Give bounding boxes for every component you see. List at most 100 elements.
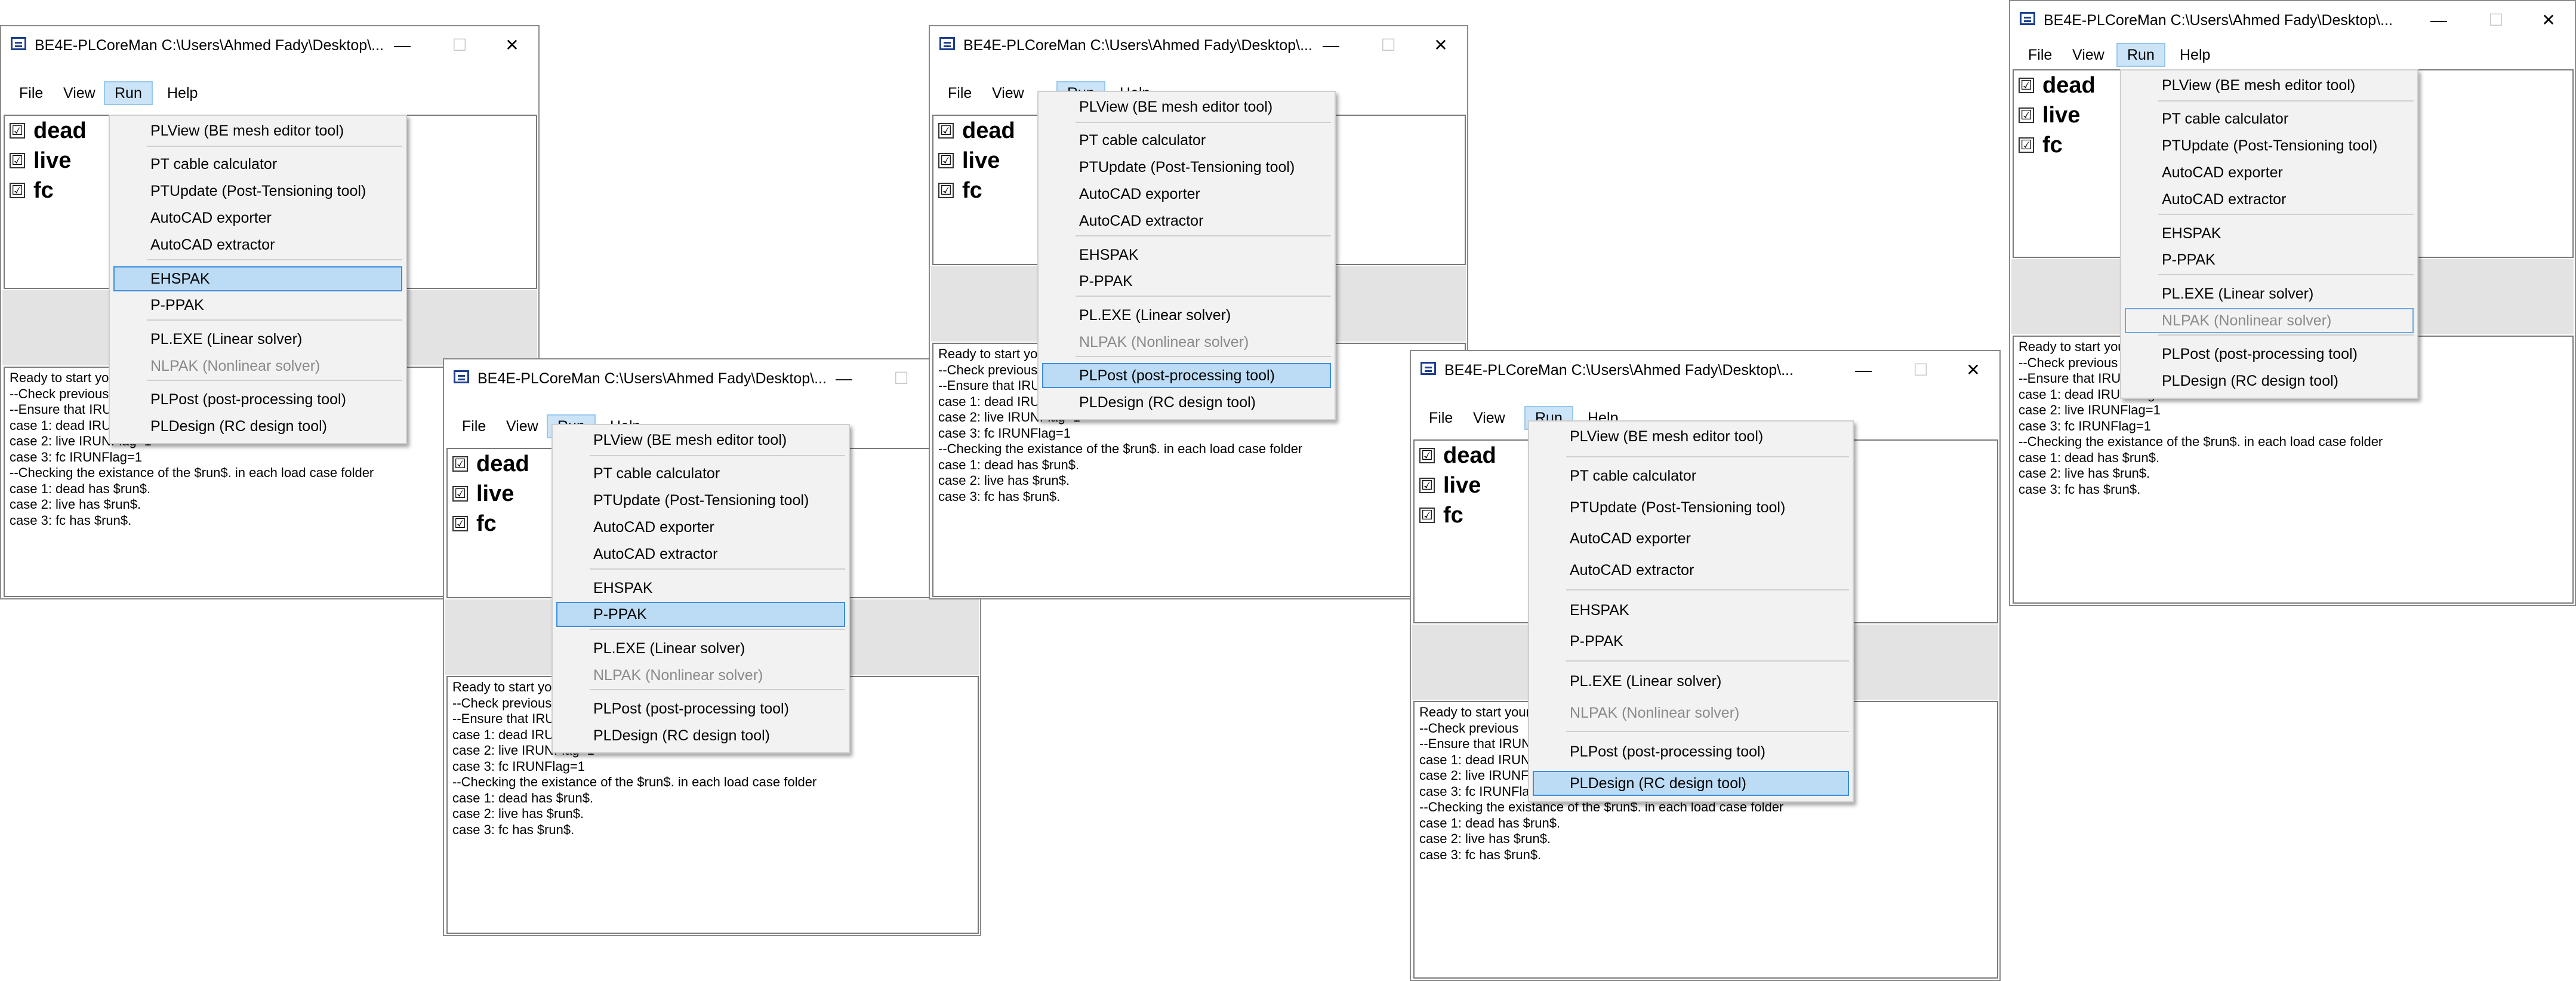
menu-item-pldesign[interactable]: PLDesign (RC design tool) [1042, 390, 1331, 415]
menu-item-ptupdate[interactable]: PTUpdate (Post-Tensioning tool) [113, 179, 402, 204]
menu-item-pl-exe[interactable]: PL.EXE (Linear solver) [2125, 281, 2414, 306]
menu-item-autocad-extractor[interactable]: AutoCAD extractor [1042, 208, 1331, 233]
menu-item-ehspak[interactable]: EHSPAK [1533, 598, 1849, 623]
minimize-button[interactable]: — [1835, 351, 1892, 389]
checkbox[interactable]: ☑ [938, 153, 954, 168]
menu-item-plpost[interactable]: PLPost (post-processing tool) [1533, 739, 1849, 764]
checkbox[interactable]: ☑ [1419, 478, 1435, 493]
checkbox[interactable]: ☑ [10, 123, 25, 139]
title-bar: BE4E-PLCoreMan C:\Users\Ahmed Fady\Deskt… [1, 26, 538, 64]
menu-item-pt-cable-calculator[interactable]: PT cable calculator [556, 461, 845, 486]
menu-item-plpost[interactable]: PLPost (post-processing tool) [113, 387, 402, 412]
case-label: live [2042, 103, 2081, 128]
menu-item-plpost[interactable]: PLPost (post-processing tool) [2125, 342, 2414, 367]
maximize-button[interactable]: ☐ [1892, 351, 1949, 389]
menu-item-plview[interactable]: PLView (BE mesh editor tool) [2125, 73, 2414, 98]
checkbox[interactable]: ☑ [452, 486, 468, 502]
menu-file[interactable]: File [10, 81, 53, 105]
menu-view[interactable]: View [497, 414, 548, 438]
close-button[interactable]: ✕ [1412, 26, 1469, 64]
checkbox[interactable]: ☑ [938, 123, 954, 139]
minimize-button[interactable]: — [815, 359, 873, 398]
menu-file[interactable]: File [2019, 43, 2062, 67]
menu-item-pl-exe[interactable]: PL.EXE (Linear solver) [113, 327, 402, 352]
menu-item-pt-cable-calculator[interactable]: PT cable calculator [2125, 106, 2414, 131]
maximize-button[interactable]: ☐ [873, 359, 930, 398]
maximize-button[interactable]: ☐ [2467, 1, 2525, 39]
menu-file[interactable]: File [1419, 406, 1462, 430]
menu-item-ehspak[interactable]: EHSPAK [113, 266, 402, 291]
menu-run[interactable]: Run [104, 81, 153, 105]
menu-item-autocad-exporter[interactable]: AutoCAD exporter [1042, 182, 1331, 207]
minimize-button[interactable]: — [374, 26, 431, 64]
log-line: case 3: fc IRUNFlag=1 [452, 758, 585, 774]
log-line: case 3: fc IRUNFlag=1 [2019, 418, 2151, 433]
menu-item-autocad-extractor[interactable]: AutoCAD extractor [113, 232, 402, 257]
menu-view[interactable]: View [982, 81, 1034, 105]
menu-view[interactable]: View [1463, 406, 1515, 430]
menu-view[interactable]: View [54, 81, 105, 105]
close-button[interactable]: ✕ [483, 26, 541, 64]
menu-item-ptupdate[interactable]: PTUpdate (Post-Tensioning tool) [1533, 495, 1849, 520]
menu-item-p-ppak[interactable]: P-PPAK [113, 293, 402, 318]
checkbox[interactable]: ☑ [1419, 508, 1435, 523]
minimize-button[interactable]: — [2410, 1, 2467, 39]
checkbox[interactable]: ☑ [10, 153, 25, 168]
menu-item-ptupdate[interactable]: PTUpdate (Post-Tensioning tool) [1042, 155, 1331, 180]
menu-item-p-ppak[interactable]: P-PPAK [556, 602, 845, 627]
menu-item-ehspak[interactable]: EHSPAK [1042, 242, 1331, 267]
menu-item-autocad-extractor[interactable]: AutoCAD extractor [2125, 187, 2414, 212]
menu-item-p-ppak[interactable]: P-PPAK [1042, 269, 1331, 294]
checkbox[interactable]: ☑ [2019, 107, 2034, 123]
menu-item-pldesign[interactable]: PLDesign (RC design tool) [113, 414, 402, 439]
menu-item-plpost[interactable]: PLPost (post-processing tool) [556, 696, 845, 721]
menu-item-pldesign[interactable]: PLDesign (RC design tool) [1533, 771, 1849, 797]
checkbox[interactable]: ☑ [452, 456, 468, 472]
menu-file[interactable]: File [938, 81, 981, 105]
menu-item-plview[interactable]: PLView (BE mesh editor tool) [113, 118, 402, 143]
case-label: dead [2042, 73, 2096, 98]
checkbox[interactable]: ☑ [10, 183, 25, 198]
menu-item-pl-exe[interactable]: PL.EXE (Linear solver) [556, 636, 845, 661]
menu-item-ehspak[interactable]: EHSPAK [2125, 221, 2414, 246]
close-button[interactable]: ✕ [2520, 1, 2576, 39]
menu-item-pl-exe[interactable]: PL.EXE (Linear solver) [1533, 669, 1849, 694]
menu-item-autocad-exporter[interactable]: AutoCAD exporter [1533, 526, 1849, 551]
menu-item-ptupdate[interactable]: PTUpdate (Post-Tensioning tool) [556, 488, 845, 513]
menu-help[interactable]: Help [158, 81, 207, 105]
menu-item-p-ppak[interactable]: P-PPAK [1533, 629, 1849, 654]
menu-item-plpost[interactable]: PLPost (post-processing tool) [1042, 363, 1331, 388]
menu-run[interactable]: Run [2116, 43, 2165, 67]
checkbox[interactable]: ☑ [2019, 137, 2034, 153]
menu-item-pt-cable-calculator[interactable]: PT cable calculator [113, 152, 402, 177]
checkbox[interactable]: ☑ [2019, 78, 2034, 93]
menu-item-pt-cable-calculator[interactable]: PT cable calculator [1042, 128, 1331, 153]
close-button[interactable]: ✕ [1945, 351, 2002, 389]
window-title: BE4E-PLCoreMan C:\Users\Ahmed Fady\Deskt… [1444, 362, 1794, 379]
menu-file[interactable]: File [452, 414, 495, 438]
menu-item-pldesign[interactable]: PLDesign (RC design tool) [2125, 368, 2414, 393]
maximize-button[interactable]: ☐ [431, 26, 488, 64]
menu-item-ehspak[interactable]: EHSPAK [556, 576, 845, 601]
menu-item-pl-exe[interactable]: PL.EXE (Linear solver) [1042, 303, 1331, 328]
menu-item-ptupdate[interactable]: PTUpdate (Post-Tensioning tool) [2125, 133, 2414, 158]
checkbox[interactable]: ☑ [452, 516, 468, 531]
menu-item-pt-cable-calculator[interactable]: PT cable calculator [1533, 463, 1849, 488]
menu-item-autocad-extractor[interactable]: AutoCAD extractor [1533, 558, 1849, 583]
menu-item-pldesign[interactable]: PLDesign (RC design tool) [556, 723, 845, 748]
menu-item-plview[interactable]: PLView (BE mesh editor tool) [556, 428, 845, 453]
menu-help[interactable]: Help [2170, 43, 2220, 67]
menu-item-plview[interactable]: PLView (BE mesh editor tool) [1042, 94, 1331, 119]
run-dropdown-menu: PLView (BE mesh editor tool) PT cable ca… [2120, 69, 2418, 399]
menu-item-plview[interactable]: PLView (BE mesh editor tool) [1533, 424, 1849, 449]
menu-item-autocad-exporter[interactable]: AutoCAD exporter [113, 205, 402, 230]
menu-item-autocad-exporter[interactable]: AutoCAD exporter [556, 515, 845, 540]
menu-item-p-ppak[interactable]: P-PPAK [2125, 247, 2414, 272]
minimize-button[interactable]: — [1302, 26, 1360, 64]
checkbox[interactable]: ☑ [938, 183, 954, 198]
menu-view[interactable]: View [2063, 43, 2114, 67]
maximize-button[interactable]: ☐ [1360, 26, 1417, 64]
menu-item-autocad-exporter[interactable]: AutoCAD exporter [2125, 160, 2414, 185]
checkbox[interactable]: ☑ [1419, 448, 1435, 463]
menu-item-autocad-extractor[interactable]: AutoCAD extractor [556, 542, 845, 567]
